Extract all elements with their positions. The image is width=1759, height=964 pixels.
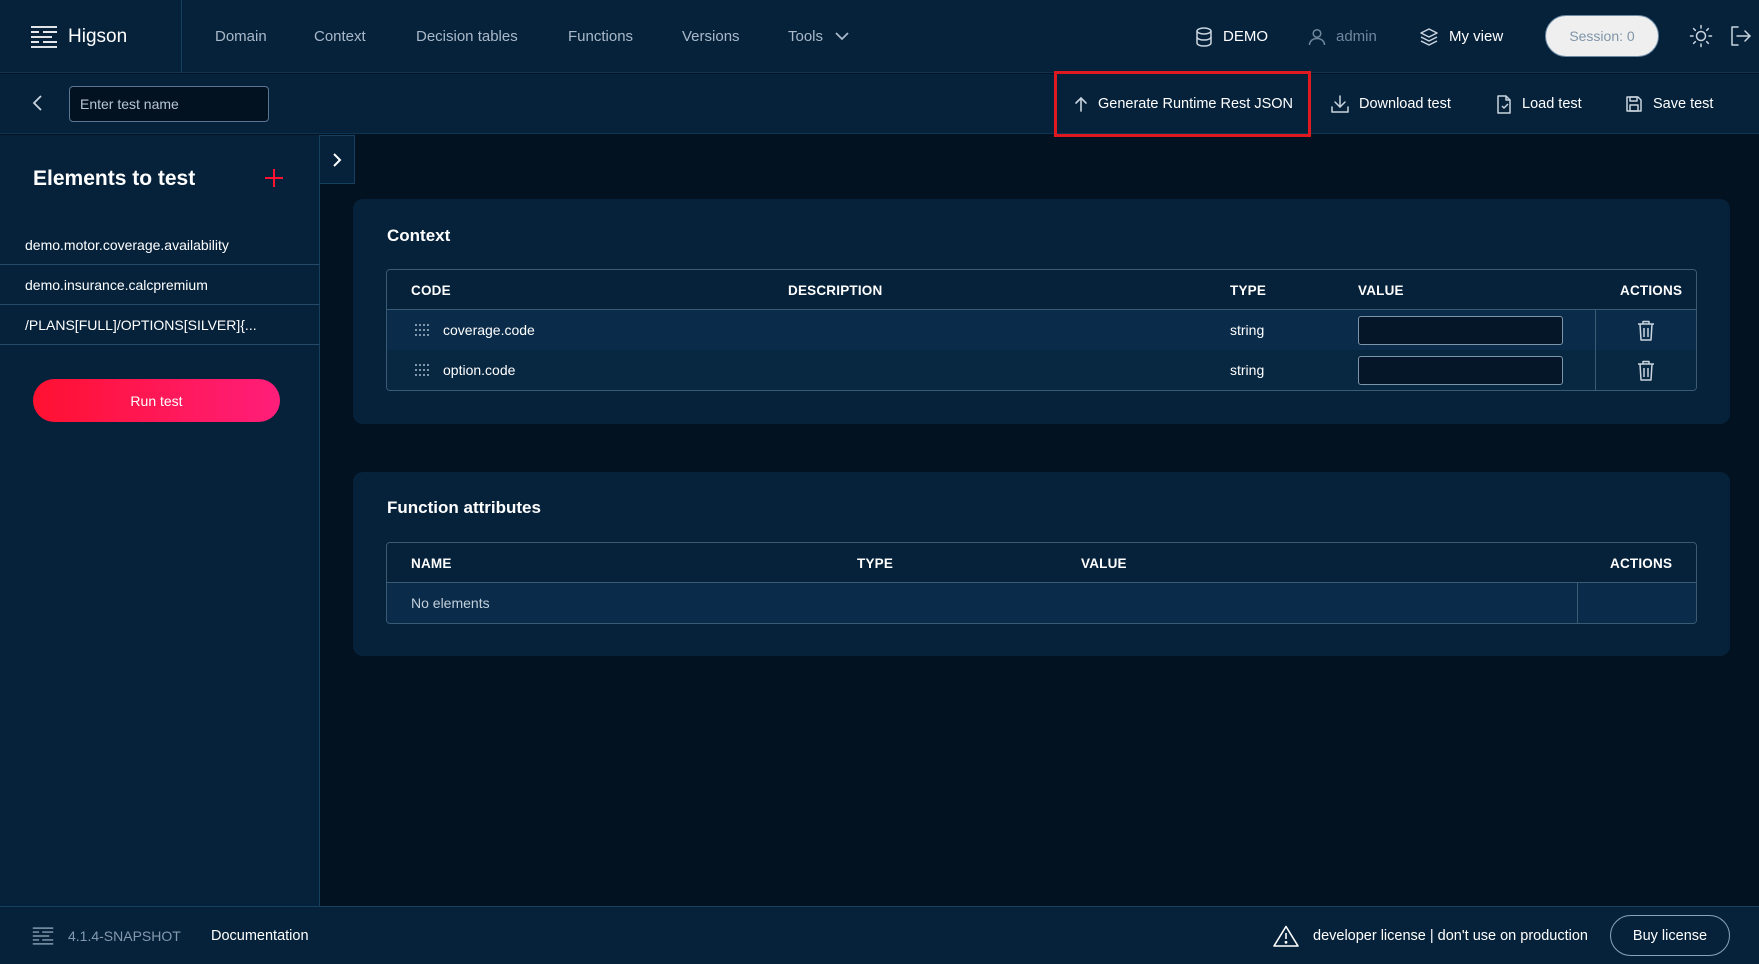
nav-context[interactable]: Context <box>314 0 366 73</box>
back-chevron-left-icon[interactable] <box>32 94 44 112</box>
save-test-label: Save test <box>1653 96 1714 112</box>
nav-tools-label: Tools <box>788 28 824 45</box>
context-type: string <box>1230 322 1265 338</box>
context-value-input[interactable] <box>1358 316 1563 345</box>
expand-panel-button[interactable] <box>320 135 355 184</box>
column-header-code: CODE <box>411 282 451 298</box>
column-header-name: NAME <box>411 555 452 571</box>
nav-functions[interactable]: Functions <box>568 0 633 73</box>
elements-sidebar: Elements to test demo.motor.coverage.ava… <box>0 135 320 906</box>
nav-tools[interactable]: Tools <box>788 0 849 73</box>
column-header-value: VALUE <box>1358 282 1404 298</box>
trash-icon[interactable] <box>1637 320 1655 341</box>
generate-runtime-json-label: Generate Runtime Rest JSON <box>1098 96 1294 112</box>
run-test-button[interactable]: Run test <box>33 379 280 422</box>
drag-handle-icon[interactable] <box>415 324 429 336</box>
context-type: string <box>1230 362 1265 378</box>
chevron-down-icon <box>835 32 849 41</box>
function-attributes-title: Function attributes <box>387 498 541 517</box>
chevron-right-icon <box>332 152 342 168</box>
drag-handle-icon[interactable] <box>415 364 429 376</box>
app-name: Higson <box>68 25 128 47</box>
test-toolbar: Generate Runtime Rest JSON Download test… <box>0 74 1759 134</box>
list-item[interactable]: demo.insurance.calcpremium <box>0 265 319 305</box>
file-load-icon <box>1496 94 1512 114</box>
footer: 4.1.4-SNAPSHOT Documentation developer l… <box>0 906 1759 964</box>
app-logo[interactable]: Higson <box>0 0 182 73</box>
actions-divider <box>1595 310 1596 350</box>
add-element-plus-icon[interactable] <box>264 168 284 188</box>
view-selector[interactable]: My view <box>1419 0 1503 73</box>
function-attributes-table: NAME TYPE VALUE ACTIONS No elements <box>386 542 1697 624</box>
column-header-type: TYPE <box>1230 282 1267 298</box>
version-info: 4.1.4-SNAPSHOT <box>32 907 181 964</box>
trash-icon[interactable] <box>1637 360 1655 381</box>
empty-state-text: No elements <box>411 595 490 611</box>
license-warning-text: developer license | don't use on product… <box>1313 928 1588 944</box>
column-header-actions: ACTIONS <box>1620 282 1683 298</box>
arrow-up-icon <box>1074 96 1088 112</box>
column-header-actions: ACTIONS <box>1610 555 1673 571</box>
user-menu[interactable]: admin <box>1308 0 1377 73</box>
context-title: Context <box>387 226 451 245</box>
logout-icon[interactable] <box>1729 25 1751 47</box>
download-icon <box>1331 95 1349 113</box>
context-code: coverage.code <box>443 322 535 338</box>
sidebar-title: Elements to test <box>33 167 196 190</box>
environment-label: DEMO <box>1223 28 1268 45</box>
database-icon <box>1195 26 1213 47</box>
table-row: coverage.code string <box>387 310 1696 350</box>
generate-runtime-json-button[interactable]: Generate Runtime Rest JSON <box>1074 74 1293 134</box>
save-icon <box>1625 95 1643 113</box>
buy-license-button[interactable]: Buy license <box>1610 915 1730 956</box>
load-test-button[interactable]: Load test <box>1496 74 1582 134</box>
table-row: No elements <box>387 583 1696 623</box>
session-button[interactable]: Session: 0 <box>1545 15 1659 57</box>
list-item[interactable]: /PLANS[FULL]/OPTIONS[SILVER]{... <box>0 305 319 345</box>
version-label: 4.1.4-SNAPSHOT <box>68 928 181 944</box>
layers-icon <box>1419 27 1439 47</box>
column-header-type: TYPE <box>857 555 894 571</box>
user-icon <box>1308 28 1326 46</box>
download-test-button[interactable]: Download test <box>1331 74 1451 134</box>
column-header-value: VALUE <box>1081 555 1127 571</box>
function-attributes-card: Function attributes NAME TYPE VALUE ACTI… <box>353 472 1730 656</box>
higson-logo-icon <box>32 926 54 946</box>
theme-toggle-sun-icon[interactable] <box>1689 24 1713 48</box>
license-warning: developer license | don't use on product… <box>1273 907 1588 964</box>
top-navigation: Higson Domain Context Decision tables Fu… <box>0 0 1759 73</box>
context-table-header: CODE DESCRIPTION TYPE VALUE ACTIONS <box>387 270 1696 310</box>
actions-divider <box>1577 583 1578 623</box>
nav-versions[interactable]: Versions <box>682 0 740 73</box>
context-code: option.code <box>443 362 516 378</box>
environment-selector[interactable]: DEMO <box>1195 0 1268 73</box>
download-test-label: Download test <box>1359 96 1451 112</box>
context-table: CODE DESCRIPTION TYPE VALUE ACTIONS cove… <box>386 269 1697 391</box>
load-test-label: Load test <box>1522 96 1582 112</box>
test-name-input[interactable] <box>69 86 269 122</box>
higson-logo-icon <box>30 25 58 49</box>
function-attributes-header: NAME TYPE VALUE ACTIONS <box>387 543 1696 583</box>
column-header-description: DESCRIPTION <box>788 282 883 298</box>
user-name: admin <box>1336 28 1377 45</box>
context-card: Context CODE DESCRIPTION TYPE VALUE ACTI… <box>353 199 1730 424</box>
nav-decision-tables[interactable]: Decision tables <box>416 0 518 73</box>
elements-list: demo.motor.coverage.availability demo.in… <box>0 225 319 345</box>
context-value-input[interactable] <box>1358 356 1563 385</box>
actions-divider <box>1595 350 1596 390</box>
table-row: option.code string <box>387 350 1696 390</box>
view-label: My view <box>1449 28 1504 45</box>
warning-icon <box>1273 925 1299 947</box>
documentation-link[interactable]: Documentation <box>211 907 309 964</box>
nav-domain[interactable]: Domain <box>215 0 267 73</box>
save-test-button[interactable]: Save test <box>1625 74 1713 134</box>
list-item[interactable]: demo.motor.coverage.availability <box>0 225 319 265</box>
